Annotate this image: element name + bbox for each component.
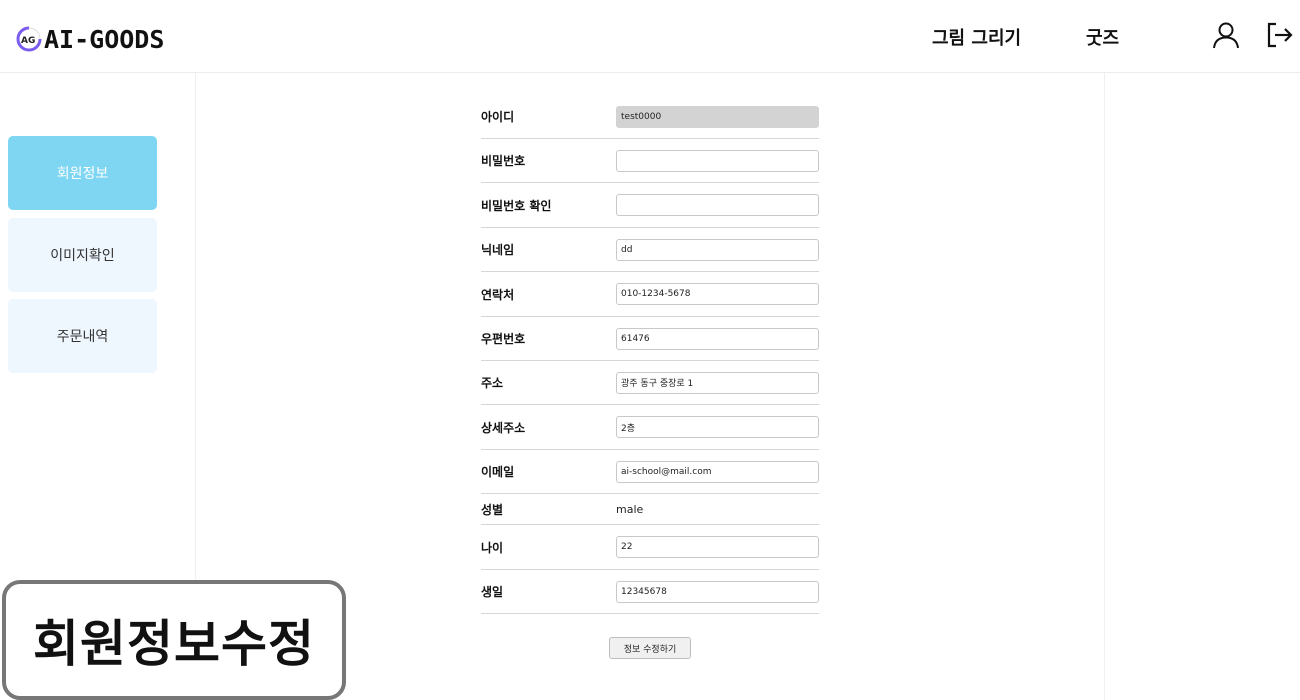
sidebar-item-image-check[interactable]: 이미지확인 — [8, 218, 157, 292]
nav-goods-link[interactable]: 굿즈 — [1086, 24, 1119, 50]
nav-draw-link[interactable]: 그림 그리기 — [932, 24, 1021, 50]
password-confirm-label: 비밀번호 확인 — [481, 198, 552, 213]
user-icon[interactable] — [1211, 20, 1241, 50]
svg-text:AG: AG — [21, 36, 35, 46]
form-row-zipcode: 우편번호 61476 — [481, 317, 819, 361]
form-row-email: 이메일 ai-school@mail.com — [481, 450, 819, 494]
form-row-phone: 연락처 010-1234-5678 — [481, 272, 819, 317]
phone-label: 연락처 — [481, 287, 515, 302]
password-label: 비밀번호 — [481, 154, 526, 168]
form-row-nickname: 닉네임 dd — [481, 228, 819, 272]
email-field[interactable]: ai-school@mail.com — [616, 460, 819, 483]
nickname-label: 닉네임 — [481, 243, 515, 257]
form-row-age: 나이 22 — [481, 525, 819, 570]
address-field[interactable]: 광주 동구 중장로 1 — [616, 371, 819, 394]
form-row-address-detail: 상세주소 2층 — [481, 405, 819, 450]
birthday-field[interactable]: 12345678 — [616, 580, 819, 603]
caption-box: 회원정보수정 — [2, 580, 346, 700]
form-row-password: 비밀번호 — [481, 139, 819, 183]
gender-label: 성별 — [481, 502, 504, 517]
member-info-form: 아이디 test0000 비밀번호 비밀번호 확인 닉네임 dd 연락처 010… — [481, 95, 819, 614]
logo-text: AI-GOODS — [44, 24, 165, 54]
form-row-id: 아이디 test0000 — [481, 95, 819, 139]
address-label: 주소 — [481, 376, 504, 390]
age-field[interactable]: 22 — [616, 536, 819, 558]
id-label: 아이디 — [481, 110, 515, 124]
id-field: test0000 — [616, 105, 819, 128]
password-confirm-field[interactable] — [616, 194, 819, 216]
zipcode-label: 우편번호 — [481, 332, 526, 346]
sidebar-item-label: 이미지확인 — [50, 248, 115, 264]
logo-mark-icon: AG — [16, 26, 42, 52]
gender-value: male — [616, 502, 644, 516]
form-row-gender: 성별 male — [481, 494, 819, 525]
birthday-label: 생일 — [481, 585, 504, 599]
form-row-password-confirm: 비밀번호 확인 — [481, 183, 819, 228]
email-label: 이메일 — [481, 465, 515, 479]
address-detail-field[interactable]: 2층 — [616, 416, 819, 438]
logo[interactable]: AG AI-GOODS — [16, 24, 164, 54]
sidebar-item-label: 주문내역 — [56, 329, 109, 345]
form-row-address: 주소 광주 동구 중장로 1 — [481, 361, 819, 405]
top-header: AG AI-GOODS 그림 그리기 굿즈 — [0, 0, 1300, 73]
sidebar-item-member-info[interactable]: 회원정보 — [8, 136, 157, 210]
logout-icon[interactable] — [1264, 20, 1294, 50]
sidebar-item-order-history[interactable]: 주문내역 — [8, 299, 157, 373]
right-divider — [1104, 73, 1105, 700]
nickname-field[interactable]: dd — [616, 238, 819, 261]
password-field[interactable] — [616, 149, 819, 172]
zipcode-field[interactable]: 61476 — [616, 327, 819, 350]
form-row-birthday: 생일 12345678 — [481, 570, 819, 614]
caption-text: 회원정보수정 — [33, 615, 315, 673]
age-label: 나이 — [481, 540, 504, 555]
address-detail-label: 상세주소 — [481, 420, 526, 435]
phone-field[interactable]: 010-1234-5678 — [616, 283, 819, 305]
sidebar-item-label: 회원정보 — [56, 166, 109, 182]
update-info-button[interactable]: 정보 수정하기 — [609, 637, 691, 659]
